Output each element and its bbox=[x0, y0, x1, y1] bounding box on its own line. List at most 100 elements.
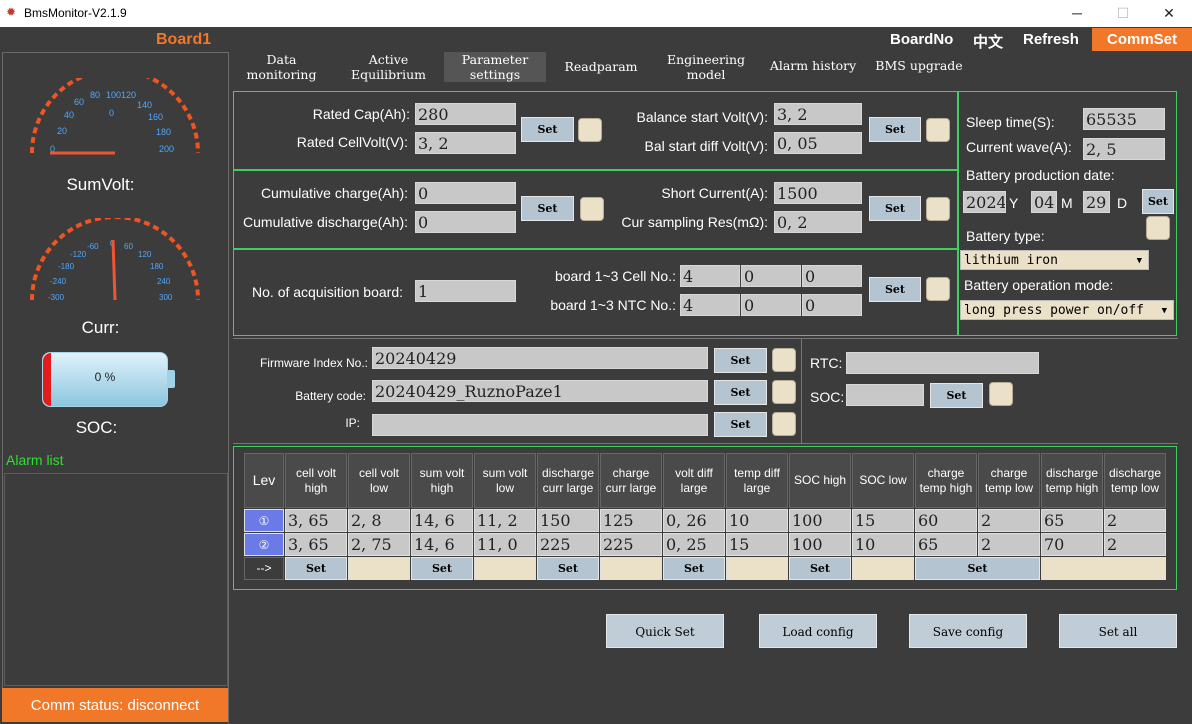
ip-input[interactable] bbox=[372, 414, 708, 436]
ntc-no-1-input[interactable]: 4 bbox=[680, 294, 740, 316]
set-all-button[interactable]: Set all bbox=[1059, 614, 1177, 648]
short-current-input[interactable]: 1500 bbox=[774, 182, 862, 204]
alarm-set-button[interactable]: Set bbox=[411, 557, 473, 580]
firmware-index-input[interactable]: 20240429 bbox=[372, 347, 708, 369]
alarm-threshold-cell[interactable]: 225 bbox=[537, 533, 599, 556]
alarm-threshold-cell[interactable]: 0, 26 bbox=[663, 509, 725, 532]
tab-readparam[interactable]: Readparam bbox=[551, 52, 651, 82]
alarm-threshold-cell[interactable]: 3, 65 bbox=[285, 509, 347, 532]
alarm-set-button[interactable]: Set bbox=[537, 557, 599, 580]
balance-checkbox[interactable] bbox=[926, 118, 950, 142]
alarm-threshold-cell[interactable]: 125 bbox=[600, 509, 662, 532]
alarm-threshold-cell[interactable]: 2 bbox=[1104, 509, 1166, 532]
alarm-threshold-cell[interactable]: 225 bbox=[600, 533, 662, 556]
minimize-button[interactable]: ─ bbox=[1054, 0, 1100, 27]
language-link[interactable]: 中文 bbox=[973, 31, 1003, 52]
tab-parameter-settings[interactable]: Parameter settings bbox=[444, 52, 546, 82]
current-wave-input[interactable]: 2, 5 bbox=[1083, 138, 1165, 160]
alarm-threshold-cell[interactable]: 2 bbox=[1104, 533, 1166, 556]
rated-cellvolt-input[interactable]: 3, 2 bbox=[415, 132, 516, 154]
alarm-threshold-cell[interactable]: 11, 2 bbox=[474, 509, 536, 532]
alarm-threshold-cell[interactable]: 2 bbox=[978, 509, 1040, 532]
cell-no-1-input[interactable]: 4 bbox=[680, 265, 740, 287]
tab-engineering-model[interactable]: Engineering model bbox=[656, 52, 756, 82]
alarm-threshold-cell[interactable]: 100 bbox=[789, 509, 851, 532]
alarm-threshold-cell[interactable]: 10 bbox=[852, 533, 914, 556]
production-month-input[interactable]: 04 bbox=[1031, 191, 1057, 213]
alarm-threshold-cell[interactable]: 65 bbox=[1041, 509, 1103, 532]
acquisition-checkbox[interactable] bbox=[926, 277, 950, 301]
soc-input[interactable] bbox=[846, 384, 924, 406]
battery-code-checkbox[interactable] bbox=[772, 380, 796, 404]
load-config-button[interactable]: Load config bbox=[759, 614, 877, 648]
set-balance-button[interactable]: Set bbox=[869, 117, 921, 142]
alarm-set-button[interactable]: Set bbox=[789, 557, 851, 580]
rated-cap-label: Rated Cap(Ah): bbox=[312, 106, 410, 122]
alarm-set-button[interactable]: Set bbox=[663, 557, 725, 580]
tab-bms-upgrade[interactable]: BMS upgrade bbox=[868, 52, 970, 82]
alarm-threshold-cell[interactable]: 14, 6 bbox=[411, 533, 473, 556]
alarm-threshold-cell[interactable]: 14, 6 bbox=[411, 509, 473, 532]
set-firmware-button[interactable]: Set bbox=[714, 348, 767, 373]
cell-no-2-input[interactable]: 0 bbox=[741, 265, 801, 287]
set-charge-button[interactable]: Set bbox=[521, 196, 574, 221]
ip-checkbox[interactable] bbox=[772, 412, 796, 436]
alarm-threshold-cell[interactable]: 60 bbox=[915, 509, 977, 532]
alarm-threshold-cell[interactable]: 3, 65 bbox=[285, 533, 347, 556]
bal-start-diff-input[interactable]: 0, 05 bbox=[774, 132, 862, 154]
cum-charge-input[interactable]: 0 bbox=[415, 182, 516, 204]
alarm-threshold-cell[interactable]: 150 bbox=[537, 509, 599, 532]
maximize-button[interactable]: ☐ bbox=[1100, 0, 1146, 27]
refresh-link[interactable]: Refresh bbox=[1023, 31, 1079, 48]
set-battery-code-button[interactable]: Set bbox=[714, 380, 767, 405]
alarm-list[interactable] bbox=[4, 473, 228, 686]
alarm-threshold-cell[interactable]: 0, 25 bbox=[663, 533, 725, 556]
current-checkbox[interactable] bbox=[926, 197, 950, 221]
ntc-no-3-input[interactable]: 0 bbox=[802, 294, 862, 316]
commset-button[interactable]: CommSet bbox=[1092, 28, 1192, 51]
alarm-set-temp-button[interactable]: Set bbox=[915, 557, 1040, 580]
alarm-threshold-cell[interactable]: 2, 75 bbox=[348, 533, 410, 556]
production-year-input[interactable]: 2024 bbox=[963, 191, 1006, 213]
tab-alarm-history[interactable]: Alarm history bbox=[761, 52, 865, 82]
acq-board-input[interactable]: 1 bbox=[415, 280, 516, 302]
alarm-set-button[interactable]: Set bbox=[285, 557, 347, 580]
operation-mode-select[interactable]: long press power on/off ▼ bbox=[960, 300, 1174, 320]
cur-sampling-input[interactable]: 0, 2 bbox=[774, 211, 862, 233]
rated-cap-input[interactable]: 280 bbox=[415, 103, 516, 125]
set-soc-button[interactable]: Set bbox=[930, 383, 983, 408]
capacity-checkbox[interactable] bbox=[578, 118, 602, 142]
alarm-threshold-cell[interactable]: 65 bbox=[915, 533, 977, 556]
alarm-threshold-cell[interactable]: 100 bbox=[789, 533, 851, 556]
firmware-checkbox[interactable] bbox=[772, 348, 796, 372]
alarm-threshold-cell[interactable]: 15 bbox=[852, 509, 914, 532]
soc-checkbox[interactable] bbox=[989, 382, 1013, 406]
tab-active-equilibrium[interactable]: Active Equilibrium bbox=[338, 52, 439, 82]
quick-set-button[interactable]: Quick Set bbox=[606, 614, 724, 648]
set-ip-button[interactable]: Set bbox=[714, 412, 767, 437]
balance-start-input[interactable]: 3, 2 bbox=[774, 103, 862, 125]
alarm-threshold-cell[interactable]: 11, 0 bbox=[474, 533, 536, 556]
sleep-time-input[interactable]: 65535 bbox=[1083, 108, 1165, 130]
save-config-button[interactable]: Save config bbox=[909, 614, 1027, 648]
alarm-threshold-cell[interactable]: 10 bbox=[726, 509, 788, 532]
alarm-threshold-cell[interactable]: 15 bbox=[726, 533, 788, 556]
production-day-input[interactable]: 29 bbox=[1083, 191, 1110, 213]
set-date-button[interactable]: Set bbox=[1142, 189, 1174, 214]
alarm-threshold-cell[interactable]: 2, 8 bbox=[348, 509, 410, 532]
board-no-link[interactable]: BoardNo bbox=[890, 31, 953, 48]
set-acquisition-button[interactable]: Set bbox=[869, 277, 921, 302]
alarm-threshold-cell[interactable]: 2 bbox=[978, 533, 1040, 556]
close-button[interactable]: ✕ bbox=[1146, 0, 1192, 27]
cum-discharge-input[interactable]: 0 bbox=[415, 211, 516, 233]
tab-data-monitoring[interactable]: Data monitoring bbox=[231, 52, 332, 82]
set-capacity-button[interactable]: Set bbox=[521, 117, 574, 142]
alarm-threshold-cell[interactable]: 70 bbox=[1041, 533, 1103, 556]
cell-no-3-input[interactable]: 0 bbox=[802, 265, 862, 287]
battery-type-select[interactable]: lithium iron ▼ bbox=[960, 250, 1149, 270]
ntc-no-2-input[interactable]: 0 bbox=[741, 294, 801, 316]
rtc-input[interactable] bbox=[846, 352, 1039, 374]
battery-info-checkbox[interactable] bbox=[1146, 216, 1170, 240]
set-current-button[interactable]: Set bbox=[869, 196, 921, 221]
battery-code-input[interactable]: 20240429_RuznoPaze1 bbox=[372, 380, 708, 402]
